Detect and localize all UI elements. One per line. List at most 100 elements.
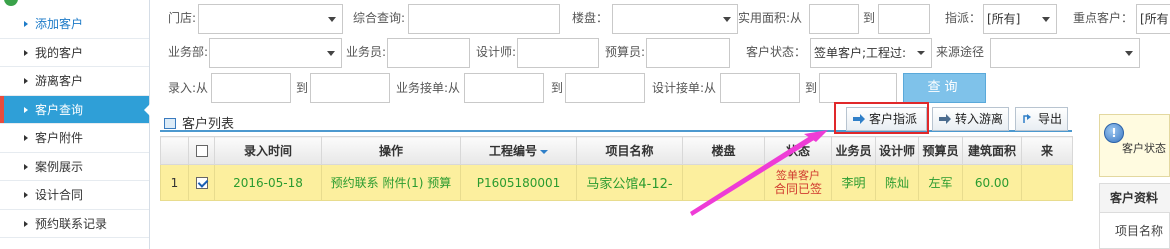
row-salesman: 李明 <box>831 164 876 201</box>
biz-accept-to-label: 到 <box>551 81 564 95</box>
select-all-checkbox[interactable] <box>195 145 208 157</box>
export-button[interactable]: 导出 <box>1015 107 1068 131</box>
caret-right-icon <box>24 163 28 170</box>
combined-query-input[interactable] <box>408 4 560 34</box>
customer-table: 录入时间 操作 工程编号 项目名称 楼盘 状态 业务员 设计师 预算员 建筑面积… <box>160 136 1073 201</box>
salesman-input[interactable] <box>387 38 470 68</box>
customer-info-row-label: 项目名称 <box>1115 224 1164 238</box>
column-header-index <box>160 136 189 165</box>
info-icon: ! <box>1104 123 1124 143</box>
sidebar: 添加客户 我的客户 游离客户 客户查询 客户附件 案例展示 设计合同 预约联系记… <box>0 0 150 249</box>
entry-to-label: 到 <box>296 81 309 95</box>
usable-area-to-input[interactable] <box>878 4 930 34</box>
chevron-down-icon <box>723 17 731 22</box>
sidebar-item-label: 案例展示 <box>35 159 84 174</box>
logo-icon <box>4 0 18 6</box>
chevron-down-icon <box>328 17 336 22</box>
customer-status-label: 客户状态： <box>746 45 807 59</box>
row-source <box>1021 164 1073 201</box>
key-customer-select-value: [所有 <box>1140 12 1169 26</box>
sidebar-item-add-customer[interactable]: 添加客户 <box>0 10 149 39</box>
assign-select[interactable]: [所有] <box>983 4 1057 34</box>
caret-right-icon <box>24 106 28 113</box>
store-label: 门店: <box>168 11 197 25</box>
transfer-to-free-button-label: 转入游离 <box>955 112 1004 126</box>
property-label: 楼盘： <box>572 11 609 25</box>
column-header-source[interactable]: 来 <box>1021 136 1073 165</box>
customer-status-panel: ! 客户状态 <box>1099 114 1170 177</box>
sidebar-item-label: 设计合同 <box>35 188 84 202</box>
sidebar-item-label: 游离客户 <box>35 74 84 88</box>
sidebar-item-customer-query[interactable]: 客户查询 <box>0 95 150 124</box>
usable-area-from-input[interactable] <box>809 4 859 34</box>
sort-down-icon <box>540 149 548 154</box>
row-designer: 陈灿 <box>875 164 919 201</box>
query-button[interactable]: 查询 <box>903 73 986 103</box>
table-row[interactable]: 1 2016-05-18 预约联系 附件(1) 预算 P1605180001 马… <box>160 164 1073 201</box>
row-checkbox[interactable] <box>195 177 208 189</box>
column-header-entry-time[interactable]: 录入时间 <box>214 136 322 165</box>
chevron-down-icon <box>1042 17 1050 22</box>
store-select[interactable] <box>198 4 343 34</box>
design-accept-to-input[interactable] <box>819 73 897 103</box>
column-header-project-no[interactable]: 工程编号 <box>460 136 577 165</box>
source-select[interactable] <box>990 38 1140 68</box>
column-header-area[interactable]: 建筑面积 <box>962 136 1022 165</box>
tab-customer-info[interactable]: 客户资料 <box>1100 184 1170 213</box>
sidebar-item-label: 客户附件 <box>35 131 84 145</box>
row-estimator: 左军 <box>918 164 963 201</box>
design-accept-from-input[interactable] <box>720 73 800 103</box>
caret-right-icon <box>24 78 28 84</box>
row-actions[interactable]: 预约联系 附件(1) 预算 <box>321 164 461 201</box>
design-accept-to-label: 到 <box>805 81 818 95</box>
table-header-row: 录入时间 操作 工程编号 项目名称 楼盘 状态 业务员 设计师 预算员 建筑面积… <box>160 136 1073 165</box>
entry-from-input[interactable] <box>211 73 291 103</box>
sidebar-item-label: 预约联系记录 <box>35 216 108 231</box>
column-header-select[interactable] <box>188 136 215 165</box>
caret-right-icon <box>24 192 28 198</box>
key-customer-select[interactable]: [所有 <box>1136 4 1170 34</box>
customer-status-select[interactable]: 签单客户;工程过: <box>810 38 932 68</box>
customer-list-title-text: 客户列表 <box>182 117 235 132</box>
designer-label: 设计师: <box>476 45 517 59</box>
property-select[interactable] <box>612 4 738 34</box>
sidebar-item-label: 客户查询 <box>35 102 84 117</box>
column-header-project-no-label: 工程编号 <box>488 144 537 158</box>
biz-accept-to-input[interactable] <box>565 73 645 103</box>
row-area: 60.00 <box>962 164 1022 201</box>
transfer-arrow-icon <box>939 114 951 124</box>
sidebar-item-free-customers[interactable]: 游离客户 <box>0 67 149 96</box>
row-select-cell[interactable] <box>188 164 215 201</box>
customer-list-toolbar: 客户列表 客户指派 转入游离 导出 <box>160 107 1072 132</box>
row-project-no[interactable]: P1605180001 <box>460 164 577 201</box>
usable-area-to-label: 到 <box>863 11 876 25</box>
column-header-salesman[interactable]: 业务员 <box>831 136 876 165</box>
column-header-project-name[interactable]: 项目名称 <box>576 136 683 165</box>
sidebar-item-appointment-records[interactable]: 预约联系记录 <box>0 210 149 238</box>
department-label: 业务部: <box>168 45 209 59</box>
customer-info-panel: 客户资料 项目名称 <box>1099 183 1170 249</box>
sidebar-item-customer-attachments[interactable]: 客户附件 <box>0 124 149 153</box>
estimator-input[interactable] <box>646 38 730 68</box>
export-button-label: 导出 <box>1038 112 1063 126</box>
chevron-down-icon <box>1125 51 1133 56</box>
designer-input[interactable] <box>517 38 599 68</box>
row-project-name: 马家公馆4-12- <box>576 164 683 201</box>
sidebar-item-my-customers[interactable]: 我的客户 <box>0 39 149 67</box>
department-select[interactable] <box>209 38 342 68</box>
sidebar-item-label: 添加客户 <box>35 17 84 31</box>
chevron-down-icon <box>327 51 335 56</box>
sidebar-item-case-showcase[interactable]: 案例展示 <box>0 153 149 181</box>
customer-list-title: 客户列表 <box>164 113 234 132</box>
sidebar-item-design-contract[interactable]: 设计合同 <box>0 181 149 210</box>
key-customer-label: 重点客户： <box>1073 11 1134 25</box>
export-icon <box>1023 114 1031 123</box>
caret-right-icon <box>24 49 28 56</box>
transfer-to-free-button[interactable]: 转入游离 <box>932 107 1009 131</box>
entry-to-input[interactable] <box>310 73 390 103</box>
column-header-designer[interactable]: 设计师 <box>875 136 919 165</box>
column-header-estimator[interactable]: 预算员 <box>918 136 963 165</box>
entry-from-label: 录入:从 <box>168 81 209 95</box>
design-accept-from-label: 设计接单:从 <box>652 81 717 95</box>
biz-accept-from-input[interactable] <box>464 73 544 103</box>
